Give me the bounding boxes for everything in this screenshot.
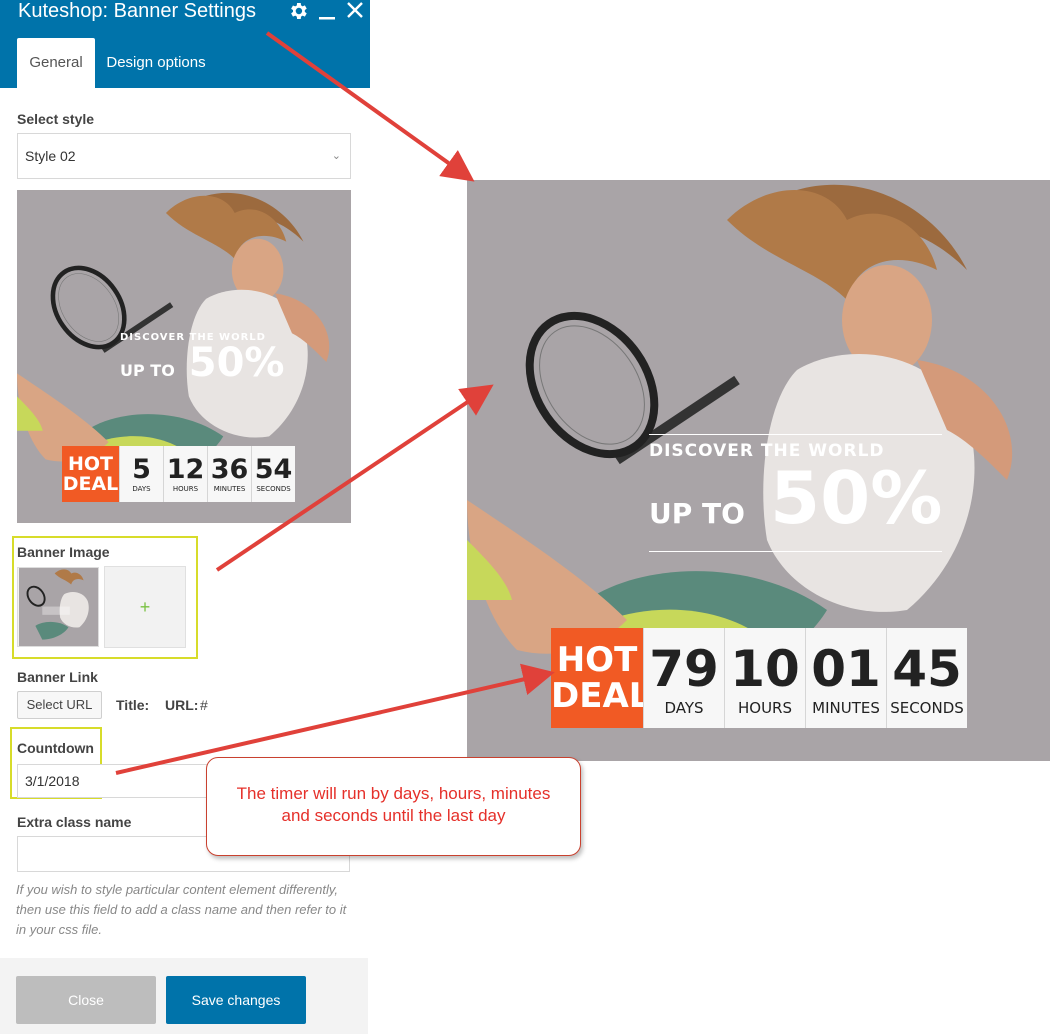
banner-image-label: Banner Image	[17, 544, 110, 560]
link-url-label: URL:	[165, 697, 199, 713]
countdown-value: 79	[649, 640, 719, 698]
countdown-unit: DAYS	[664, 699, 704, 717]
gear-icon[interactable]	[287, 0, 309, 22]
style-select[interactable]: Style 02 ⌄	[17, 133, 351, 179]
countdown-value: 01	[811, 640, 881, 698]
link-title-label: Title:	[116, 697, 150, 713]
promo-text: DISCOVER THE WORLD UP TO 50%	[120, 332, 285, 391]
style-select-value: Style 02	[25, 148, 76, 164]
countdown-value: 54	[254, 454, 293, 485]
close-button[interactable]: Close	[16, 976, 156, 1024]
promo-offer-prefix: UP TO	[649, 497, 745, 530]
countdown-value: 5	[132, 454, 151, 485]
countdown-unit: SECONDS	[256, 485, 291, 493]
panel-title: Kuteshop: Banner Settings	[18, 0, 256, 22]
minimize-icon[interactable]	[316, 0, 338, 22]
promo-offer-prefix: UP TO	[120, 361, 175, 380]
select-url-button[interactable]: Select URL	[17, 691, 102, 719]
countdown-timer: HOT DEAL 79 DAYS 10 HOURS 01 MINUTES 45 …	[551, 628, 967, 728]
countdown-unit: MINUTES	[812, 699, 880, 717]
extra-class-label: Extra class name	[17, 814, 132, 830]
countdown-timer: HOT DEAL 5 DAYS 12 HOURS 36 MINUTES 54 S…	[62, 446, 295, 502]
countdown-unit: MINUTES	[213, 485, 246, 493]
countdown-value: 45	[892, 640, 962, 698]
close-icon[interactable]	[344, 0, 366, 22]
hot-deal-badge: HOT DEAL	[551, 628, 650, 728]
promo-offer-value: 50%	[770, 456, 943, 540]
countdown-cell: 5 DAYS	[119, 446, 163, 502]
countdown-cell: 79 DAYS	[643, 628, 724, 728]
countdown-cell: 10 HOURS	[724, 628, 805, 728]
countdown-cell: 01 MINUTES	[805, 628, 886, 728]
countdown-unit: HOURS	[737, 699, 792, 717]
promo-text: DISCOVER THE WORLD UP TO 50%	[649, 434, 943, 552]
annotation-callout: The timer will run by days, hours, minut…	[206, 757, 581, 856]
countdown-label: Countdown	[17, 740, 94, 756]
countdown-value: 10	[730, 640, 800, 698]
banner-image-thumbnail[interactable]	[17, 567, 99, 647]
chevron-down-icon: ⌄	[331, 150, 341, 162]
result-banner: DISCOVER THE WORLD UP TO 50% HOT DEAL 79…	[467, 180, 1050, 761]
promo-offer-value: 50%	[188, 340, 285, 386]
countdown-value: 36	[210, 454, 249, 485]
panel-header: Kuteshop: Banner Settings General Design…	[0, 0, 370, 88]
hot-deal-badge: HOT DEAL	[62, 446, 119, 502]
countdown-unit: SECONDS	[890, 699, 964, 717]
link-url-value: #	[200, 697, 208, 713]
countdown-unit: DAYS	[132, 485, 151, 493]
extra-class-help: If you wish to style particular content …	[16, 882, 347, 937]
tennis-player-photo	[18, 568, 98, 646]
banner-settings-panel: Kuteshop: Banner Settings General Design…	[0, 0, 370, 1034]
tab-general[interactable]: General	[17, 38, 95, 88]
countdown-cell: 36 MINUTES	[207, 446, 251, 502]
select-style-label: Select style	[17, 111, 95, 127]
countdown-cell: 12 HOURS	[163, 446, 207, 502]
countdown-cell: 54 SECONDS	[251, 446, 295, 502]
countdown-unit: HOURS	[172, 485, 199, 493]
countdown-cell: 45 SECONDS	[886, 628, 967, 728]
save-changes-button[interactable]: Save changes	[166, 976, 306, 1024]
tab-design-options[interactable]: Design options	[100, 38, 212, 88]
countdown-value: 12	[166, 454, 205, 485]
add-image-button[interactable]: +	[104, 566, 186, 648]
style-preview-banner: DISCOVER THE WORLD UP TO 50% HOT DEAL 5 …	[17, 190, 351, 523]
banner-link-label: Banner Link	[17, 669, 98, 685]
